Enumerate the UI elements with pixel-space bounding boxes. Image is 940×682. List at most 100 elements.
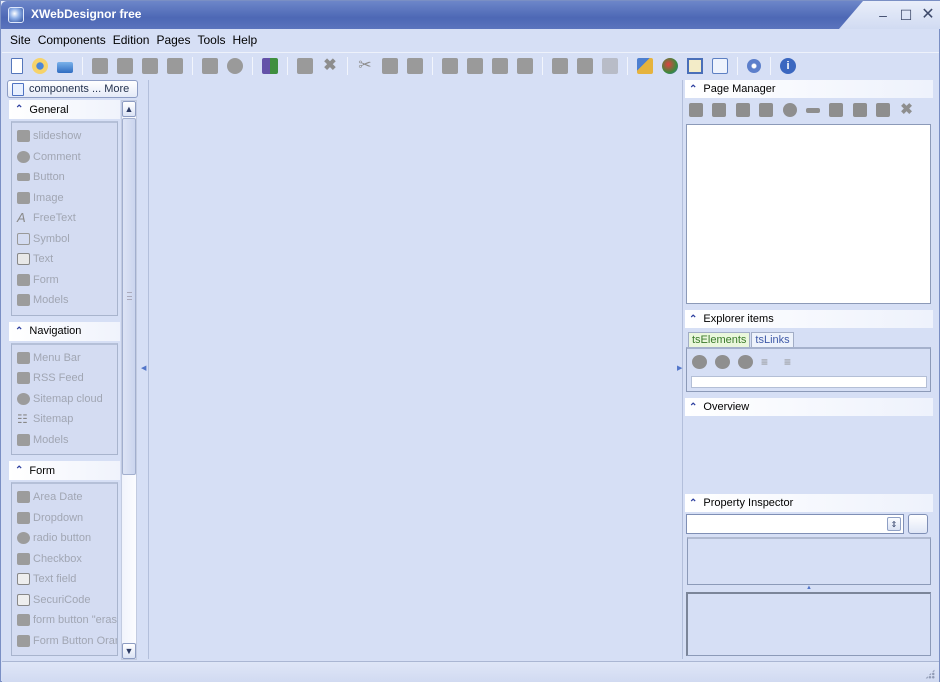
component-securicode[interactable]: SecuriCode <box>12 590 117 611</box>
backward-icon[interactable] <box>517 57 533 74</box>
component-comment[interactable]: Comment <box>12 147 117 168</box>
collapse-left-icon[interactable]: ◀ <box>141 364 146 372</box>
component-area-date[interactable]: Area Date <box>12 487 117 508</box>
module-icon[interactable] <box>262 57 278 74</box>
component-rss-feed[interactable]: RSS Feed <box>12 368 117 389</box>
page-properties-icon[interactable] <box>712 103 727 117</box>
resize-grip-icon[interactable] <box>925 669 935 679</box>
component-sitemap-cloud[interactable]: Sitemap cloud <box>12 389 117 410</box>
layer-icon[interactable] <box>202 57 218 74</box>
component-image[interactable]: Image <box>12 188 117 209</box>
component-slideshow[interactable]: slideshow <box>12 126 117 147</box>
collapse-right-icon[interactable]: ▶ <box>677 364 682 372</box>
circle-icon[interactable] <box>227 57 243 74</box>
left-splitter[interactable]: ◀ <box>141 80 150 659</box>
image-icon[interactable] <box>687 57 703 74</box>
component-form[interactable]: Form <box>12 270 117 291</box>
component-form-button-orange[interactable]: Form Button Orang <box>12 631 117 652</box>
open-folder-icon[interactable] <box>57 61 73 73</box>
bring-front-icon[interactable] <box>442 57 458 74</box>
copy-icon[interactable] <box>382 57 398 74</box>
scroll-down-button[interactable]: ▼ <box>122 643 136 659</box>
component-button[interactable]: Button <box>12 167 117 188</box>
group-header-form[interactable]: ⌃ Form <box>9 461 120 480</box>
menu-edition[interactable]: Edition <box>113 29 150 51</box>
property-inspector-header[interactable]: ⌃ Property Inspector <box>685 494 933 512</box>
add-subpage-icon[interactable] <box>735 103 750 117</box>
menu-site[interactable]: Site <box>10 29 31 51</box>
menu-tools[interactable]: Tools <box>197 29 225 51</box>
menu-components[interactable]: Components <box>38 29 106 51</box>
paint-icon[interactable] <box>602 57 618 74</box>
page-manager-header[interactable]: ⌃ Page Manager <box>685 80 933 98</box>
remove-circle-icon[interactable] <box>782 103 797 117</box>
duplicate-page-icon[interactable] <box>759 103 774 117</box>
minimize-button[interactable]: – <box>873 6 893 24</box>
page-list[interactable] <box>686 124 931 304</box>
component-text-field[interactable]: Text field <box>12 569 117 590</box>
lock-icon[interactable] <box>577 57 593 74</box>
delete-icon[interactable]: ✖ <box>322 57 338 74</box>
component-sitemap[interactable]: ☷ Sitemap <box>12 409 117 430</box>
add-page-icon[interactable] <box>689 103 703 117</box>
colors-icon[interactable] <box>662 57 678 74</box>
group-header-general[interactable]: ⌃ General <box>9 100 120 119</box>
cut-icon[interactable]: ✂ <box>357 57 373 74</box>
scroll-up-button[interactable]: ▲ <box>122 101 136 117</box>
component-menu-bar[interactable]: Menu Bar <box>12 348 117 369</box>
component-form-button-erase[interactable]: form button "erase <box>12 610 117 631</box>
tab-tselements[interactable]: tsElements <box>688 332 751 347</box>
tree-expand-icon[interactable]: ≡ <box>784 355 799 369</box>
element-icon[interactable] <box>738 355 753 369</box>
component-models[interactable]: Models <box>12 430 117 451</box>
components-more-button[interactable]: components ... More <box>7 80 138 98</box>
new-page-icon[interactable] <box>11 57 23 74</box>
minus-icon[interactable] <box>805 108 820 113</box>
group-header-navigation[interactable]: ⌃ Navigation <box>9 321 120 341</box>
component-radio-button[interactable]: radio button <box>12 528 117 549</box>
explorer-header[interactable]: ⌃ Explorer items <box>685 310 933 328</box>
component-freetext[interactable]: A FreeText <box>12 208 117 229</box>
home-icon[interactable] <box>829 103 844 117</box>
add-element-icon[interactable] <box>692 355 707 369</box>
menu-help[interactable]: Help <box>232 29 257 51</box>
open-icon[interactable] <box>32 57 48 74</box>
frame-icon[interactable] <box>167 57 183 74</box>
tab-tslinks[interactable]: tsLinks <box>751 332 794 347</box>
paste-icon[interactable] <box>407 57 423 74</box>
delete-page-icon[interactable]: ✖ <box>900 102 914 117</box>
info-icon[interactable]: i <box>780 57 796 74</box>
component-checkbox[interactable]: Checkbox <box>12 549 117 570</box>
stop-icon[interactable] <box>876 103 891 117</box>
property-grid[interactable] <box>687 537 931 585</box>
right-splitter[interactable]: ▶ <box>677 80 683 659</box>
components-scrollbar[interactable]: ▲ ▼ <box>121 100 137 660</box>
edit-icon[interactable] <box>552 57 568 74</box>
explorer-search-input[interactable] <box>691 376 927 388</box>
close-button[interactable]: ✕ <box>918 6 938 24</box>
send-back-icon[interactable] <box>467 57 483 74</box>
object-select[interactable]: ⇕ <box>686 514 904 534</box>
tree-collapse-icon[interactable]: ≡ <box>761 355 776 369</box>
help-icon[interactable] <box>747 58 761 73</box>
select-arrows-icon[interactable]: ⇕ <box>887 517 901 531</box>
menu-pages[interactable]: Pages <box>156 29 190 51</box>
component-symbol[interactable]: Symbol <box>12 229 117 250</box>
property-splitter[interactable]: ▲ <box>687 585 931 592</box>
widget2-icon[interactable] <box>117 57 133 74</box>
component-text[interactable]: Text <box>12 249 117 270</box>
edit-page-icon[interactable] <box>852 103 867 117</box>
widget-icon[interactable] <box>92 57 108 74</box>
remove-element-icon[interactable] <box>715 355 730 369</box>
component-dropdown[interactable]: Dropdown <box>12 508 117 529</box>
property-inspector-button[interactable] <box>908 514 928 534</box>
cart-icon[interactable] <box>142 57 158 74</box>
document-icon[interactable] <box>712 57 728 74</box>
tools-icon[interactable] <box>637 57 653 74</box>
maximize-button[interactable]: ☐ <box>896 6 916 24</box>
overview-header[interactable]: ⌃ Overview <box>685 398 933 416</box>
scroll-thumb[interactable] <box>122 118 136 475</box>
forward-icon[interactable] <box>492 57 508 74</box>
component-models[interactable]: Models <box>12 290 117 311</box>
square-icon[interactable] <box>297 57 313 74</box>
